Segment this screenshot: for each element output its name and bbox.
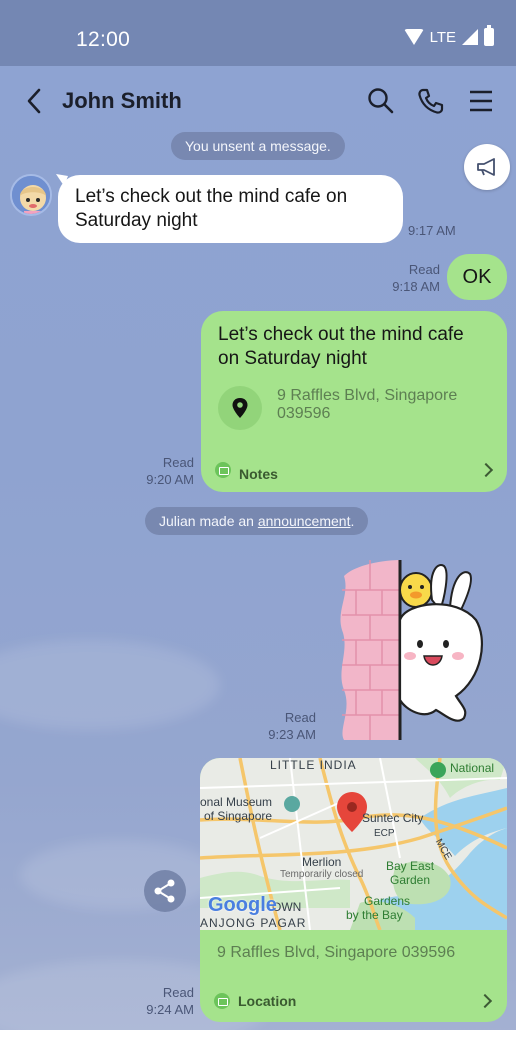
avatar-character-icon <box>12 176 50 214</box>
announcement-button[interactable] <box>464 144 510 190</box>
map-label: of Singapore <box>204 809 273 823</box>
location-pin-icon <box>232 398 248 418</box>
sticker-cony-sally[interactable] <box>336 560 486 740</box>
message-time: 9:18 AM <box>392 279 440 294</box>
network-type: LTE <box>429 28 456 46</box>
map-label: LITTLE INDIA <box>270 758 357 772</box>
share-button[interactable] <box>144 870 186 912</box>
read-receipt: Read <box>284 710 316 725</box>
map-label: Garden <box>390 873 431 887</box>
announcement-text: Julian made an <box>159 513 258 529</box>
status-bar: 12:00 LTE <box>0 0 516 66</box>
note-text-line: on Saturday night <box>218 348 367 369</box>
status-icons: LTE <box>403 25 494 46</box>
map-label: National <box>450 761 495 775</box>
chevron-right-icon <box>477 993 493 1009</box>
map-label: ECP <box>374 828 395 839</box>
chat-title[interactable]: John Smith <box>62 88 182 114</box>
google-logo: Google <box>208 894 277 916</box>
address-line: 9 Raffles Blvd, Singapore <box>277 387 458 404</box>
read-receipt: Read <box>162 455 194 470</box>
chat-header: John Smith <box>0 66 516 138</box>
map-preview[interactable]: LITTLE INDIA National onal Museum of Sin… <box>200 758 507 930</box>
location-footer-icon <box>214 993 230 1009</box>
read-receipt: Read <box>408 262 440 277</box>
menu-icon[interactable] <box>466 86 496 116</box>
location-address: 9 Raffles Blvd, Singapore 039596 <box>217 944 456 961</box>
background-cloud <box>20 840 220 910</box>
system-message-announcement: Julian made an announcement. <box>145 507 369 535</box>
message-time: 9:17 AM <box>408 223 456 238</box>
bottom-edge <box>0 1030 516 1040</box>
map-label: Gardens <box>364 894 411 908</box>
message-bubble-incoming[interactable]: Let’s check out the mind cafe on Saturda… <box>58 175 403 243</box>
map-label: ANJONG PAGAR <box>200 916 307 930</box>
address-line: 039596 <box>277 405 331 422</box>
message-bubble-outgoing[interactable]: OK <box>447 254 507 300</box>
notes-label: Notes <box>239 466 278 482</box>
message-time: 9:20 AM <box>146 472 194 487</box>
wifi-icon <box>403 29 424 45</box>
share-icon <box>154 879 175 903</box>
chevron-right-icon <box>478 462 494 478</box>
status-time: 12:00 <box>76 28 131 51</box>
announcement-suffix: . <box>350 513 355 529</box>
message-text-line: Let’s check out the mind cafe on <box>75 186 348 207</box>
map-label: by the Bay <box>346 908 403 922</box>
announcement-link[interactable]: announcement <box>258 513 351 529</box>
message-time: 9:24 AM <box>146 1002 194 1017</box>
background-cloud <box>0 640 220 730</box>
note-card[interactable]: Let’s check out the mind cafe on Saturda… <box>201 311 507 492</box>
signal-icon <box>462 29 478 45</box>
system-message-unsent: You unsent a message. <box>171 132 345 160</box>
note-text-line: Let’s check out the mind cafe <box>218 324 464 345</box>
notes-icon <box>215 462 231 478</box>
map-label: Merlion <box>302 855 342 869</box>
map-label: Suntec City <box>362 811 424 825</box>
search-icon[interactable] <box>366 86 396 116</box>
phone-icon[interactable] <box>416 86 446 116</box>
message-time: 9:23 AM <box>268 727 316 742</box>
location-pin-circle <box>218 386 262 430</box>
map-label: Temporarily closed <box>280 869 364 880</box>
chat-screen: 12:00 LTE John Smith You unsent a messag… <box>0 0 516 1040</box>
back-arrow-icon[interactable] <box>20 86 50 116</box>
megaphone-icon <box>477 158 495 176</box>
read-receipt: Read <box>162 985 194 1000</box>
note-address: 9 Raffles Blvd, Singapore 039596 <box>277 387 457 423</box>
message-text-line: Saturday night <box>75 210 198 231</box>
map-label: Bay East <box>386 859 435 873</box>
avatar[interactable] <box>10 174 52 216</box>
map-label: onal Museum <box>200 795 273 809</box>
battery-icon <box>484 25 494 46</box>
location-card[interactable]: LITTLE INDIA National onal Museum of Sin… <box>200 758 507 1022</box>
location-label: Location <box>238 993 297 1009</box>
